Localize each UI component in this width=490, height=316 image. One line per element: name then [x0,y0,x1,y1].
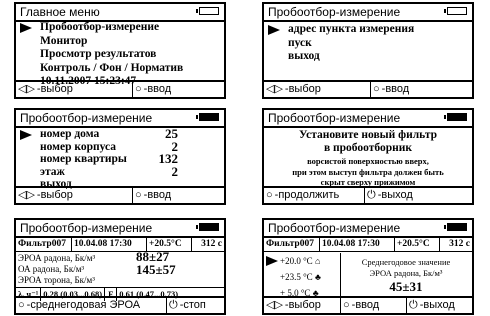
title-text: Главное меню [20,5,100,19]
address-list: номер дома 25 номер корпуса 2 номер кварти… [18,127,222,191]
footer: ○ -среднегодовая ЭРОА ⏻ -стоп [16,296,224,313]
select-button[interactable]: ◁▷ -выбор [18,188,130,203]
select-button[interactable]: ◁▷ -выбор [266,82,368,97]
enter-button[interactable]: ○ -ввод [370,82,409,97]
left-right-arrows-icon: ◁▷ [18,189,35,201]
menu-item-sampling[interactable]: Пробоотбор-измерение [18,21,183,35]
left-right-arrows-icon: ◁▷ [18,83,35,95]
stop-button[interactable]: ⏻ -стоп [166,298,206,313]
circle-icon: ○ [343,299,350,311]
enter-button[interactable]: ○ -ввод [340,298,407,313]
screen-main-menu: Главное меню Пробоотбор-измерение Монито… [14,2,226,99]
menu-item-exit[interactable]: выход [266,50,414,64]
status-time: 312 с [449,239,470,249]
circle-icon: ○ [18,299,25,311]
tree-icon: ♣ [314,272,321,282]
selection-arrow-icon [20,23,32,33]
avg-label: Среднегодовое значение [361,257,451,267]
screen-title: Пробоотбор-измерение [264,110,472,128]
result-eroa-radon: ЭРОА радона, Бк/м³ 88±27 [18,249,170,264]
menu-item-control[interactable]: Контроль / Фон / Норматив [18,62,183,76]
screen-title: Пробоотбор-измерение [16,110,224,128]
power-icon: ⏻ [367,189,376,201]
status-time: 312 с [201,239,222,249]
temp-item[interactable]: +20.0 °C ⌂ [264,253,340,269]
selection-arrow-icon [20,130,32,140]
menu-item-results[interactable]: Просмотр результатов [18,48,183,62]
left-right-arrows-icon: ◁▷ [266,299,283,311]
avg-value: 45±31 [389,279,423,294]
status-bar: Фильтр007 10.04.08 17:30 +20.5°C 312 с [16,238,224,252]
selection-arrow-icon [268,25,280,35]
left-right-arrows-icon: ◁▷ [266,83,283,95]
screen-title: Пробоотбор-измерение [16,220,224,238]
menu-item-address[interactable]: адрес пункта измерения [266,23,414,37]
screen-sampling-menu: Пробоотбор-измерение адрес пункта измере… [262,2,474,99]
filter-id: Фильтр007 [16,238,72,251]
power-icon: ⏻ [409,299,418,311]
circle-icon: ○ [135,189,142,201]
sampling-menu-list: адрес пункта измерения пуск выход [266,23,414,64]
battery-icon [196,7,219,15]
continue-button[interactable]: ○ -продолжить [266,188,362,203]
screen-measurement: Пробоотбор-измерение Фильтр007 10.04.08 … [14,218,226,315]
enter-button[interactable]: ○ -ввод [132,188,171,203]
exit-button[interactable]: ⏻ -выход [406,298,455,313]
selection-arrow-icon [266,256,278,266]
screen-address: Пробоотбор-измерение номер дома 25 номер … [14,108,226,205]
field-apartment[interactable]: номер квартиры 132 [18,152,222,166]
menu-item-monitor[interactable]: Монитор [18,35,183,49]
screen-annual-average: Пробоотбор-измерение Фильтр007 10.04.08 … [262,218,474,315]
field-value: 2 [171,163,179,179]
temperature-list: +20.0 °C ⌂ +23.5 °C ♣ + 5.0 °C ♣ [264,253,341,301]
battery-icon [444,223,467,231]
result-eroa-thoron: ЭРОА торона, Бк/м³ [18,275,95,285]
footer: ◁▷ -выбор ○ -ввод ⏻ -выход [264,296,472,313]
field-floor[interactable]: этаж 2 [18,163,222,179]
status-bar: Фильтр007 10.04.08 17:30 +20.5°C 312 с [264,238,472,252]
screen-title: Пробоотбор-измерение [264,4,472,22]
instruction-detail: ворсистой поверхностью вверх, при этом в… [292,156,444,187]
house-icon: ⌂ [314,256,321,266]
footer: ◁▷ -выбор ○ -ввод [16,80,224,97]
screen-filter-install: Пробоотбор-измерение Установите новый фи… [262,108,474,205]
circle-icon: ○ [373,83,380,95]
footer: ○ -продолжить ⏻ -выход [264,186,472,203]
select-button[interactable]: ◁▷ -выбор [18,82,130,97]
screen-title: Главное меню [16,4,224,22]
footer: ◁▷ -выбор ○ -ввод [264,80,472,97]
screen-title: Пробоотбор-измерение [264,220,472,238]
select-button[interactable]: ◁▷ -выбор [266,298,338,313]
status-datetime: 10.04.08 17:30 [320,238,395,251]
results: ЭРОА радона, Бк/м³ 88±27 ОА радона, Бк/м³… [18,249,222,286]
enter-button[interactable]: ○ -ввод [132,82,171,97]
field-building[interactable]: номер корпуса 2 [18,140,222,154]
exit-button[interactable]: ⏻ -выход [364,188,413,203]
power-icon: ⏻ [169,299,178,311]
status-temp: +20.5°C [395,238,440,251]
annual-average-button[interactable]: ○ -среднегодовая ЭРОА [18,298,164,313]
instruction-main: Установите новый фильтр в пробоотборник [298,129,438,154]
menu-item-start[interactable]: пуск [266,37,414,51]
footer: ◁▷ -выбор ○ -ввод [16,186,224,203]
battery-icon [196,223,219,231]
filter-id: Фильтр007 [264,238,320,251]
result-oa-radon: ОА радона, Бк/м³ 145±57 [18,262,176,277]
circle-icon: ○ [135,83,142,95]
circle-icon: ○ [266,189,273,201]
battery-icon [196,113,219,121]
battery-icon [444,113,467,121]
main-menu-list: Пробоотбор-измерение Монитор Просмотр ре… [18,21,183,89]
annual-average-panel: Среднегодовое значение ЭРОА радона, Бк/м… [342,257,470,294]
field-house[interactable]: номер дома 25 [18,127,222,141]
temp-item[interactable]: +23.5 °C ♣ [264,269,340,285]
avg-unit: ЭРОА радона, Бк/м³ [369,268,443,278]
battery-icon [444,7,467,15]
